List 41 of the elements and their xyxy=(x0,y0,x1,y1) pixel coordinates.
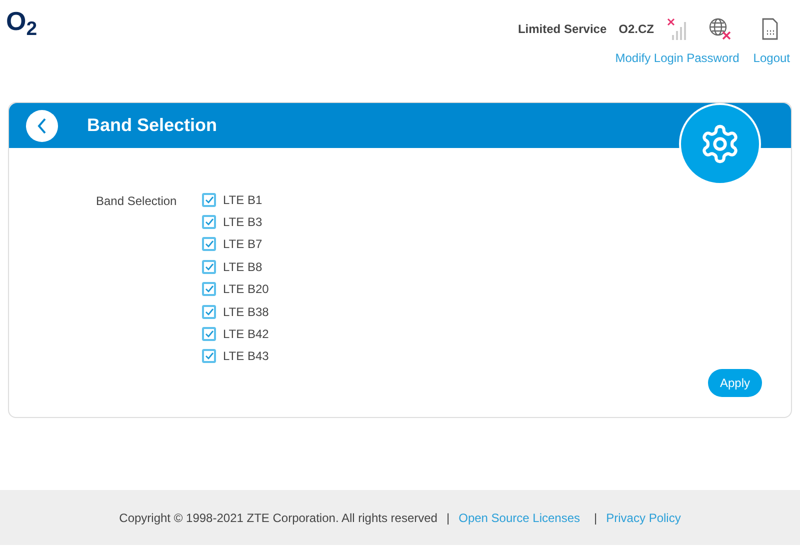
checkbox[interactable] xyxy=(202,215,216,230)
operator-name: O2.CZ xyxy=(618,21,654,38)
separator: | xyxy=(446,510,450,526)
footer-link[interactable]: Privacy Policy xyxy=(606,508,681,526)
back-button[interactable] xyxy=(26,110,58,142)
band-label: LTE B20 xyxy=(223,281,269,298)
card-title: Band Selection xyxy=(87,114,218,137)
footer-link[interactable]: Open Source Licenses xyxy=(458,508,580,526)
band-label: LTE B42 xyxy=(223,326,269,344)
header-link[interactable]: Logout xyxy=(753,49,790,67)
check-icon xyxy=(204,308,214,316)
checkbox[interactable] xyxy=(202,237,216,252)
separator: | xyxy=(594,510,598,526)
logo: O$_{2}$ xyxy=(6,8,38,36)
checkbox[interactable] xyxy=(202,304,216,319)
copyright-text: Copyright © 1998-2021 ZTE Corporation. All rights reserved xyxy=(119,510,438,526)
globe-disconnected-icon xyxy=(708,17,732,41)
check-icon xyxy=(204,240,214,248)
checkbox[interactable] xyxy=(202,260,216,274)
checkbox[interactable] xyxy=(202,282,216,296)
checkbox[interactable] xyxy=(202,192,216,207)
check-icon xyxy=(204,196,214,204)
band-label: LTE B8 xyxy=(223,258,262,276)
sim-card-icon xyxy=(760,17,780,41)
check-icon xyxy=(204,262,214,271)
band-label: LTE B3 xyxy=(223,214,262,232)
apply-button[interactable]: Apply xyxy=(708,369,762,398)
field-label: Band Selection xyxy=(96,193,178,210)
check-icon xyxy=(204,218,214,226)
band-label: LTE B7 xyxy=(223,236,262,254)
header-link[interactable]: Modify Login Password xyxy=(615,49,740,67)
back-icon xyxy=(37,118,47,134)
band-label: LTE B38 xyxy=(223,304,269,321)
service-status: Limited Service xyxy=(518,21,607,38)
check-icon xyxy=(204,352,214,360)
band-label: LTE B1 xyxy=(223,192,262,209)
band-label: LTE B43 xyxy=(223,348,269,366)
check-icon xyxy=(204,330,214,338)
check-icon xyxy=(204,285,214,294)
checkbox[interactable] xyxy=(202,349,216,364)
checkbox[interactable] xyxy=(202,327,216,342)
